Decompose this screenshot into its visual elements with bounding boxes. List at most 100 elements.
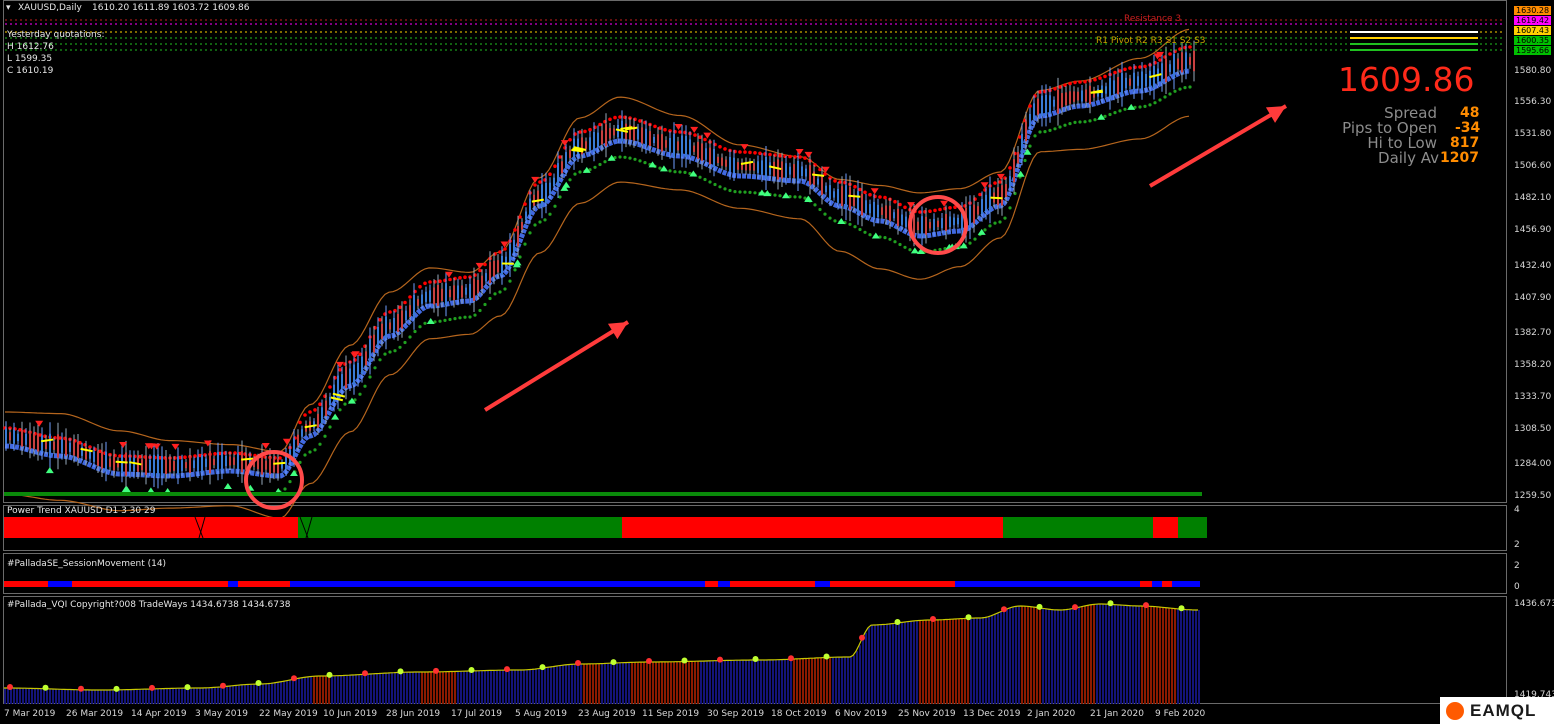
candle-body: [677, 141, 679, 151]
green-ma-dot: [1118, 109, 1122, 113]
vqi-bar: [202, 688, 204, 704]
vqi-bar: [334, 675, 336, 704]
candle-body: [377, 327, 379, 347]
vqi-bar: [496, 670, 498, 704]
vqi-bar: [595, 663, 597, 704]
red-ma-dot: [818, 167, 822, 172]
vqi-bar: [1114, 604, 1116, 704]
green-ma-dot: [453, 317, 457, 321]
vqi-bar: [817, 657, 819, 704]
vqi-bar: [1177, 608, 1179, 704]
vqi-bar: [187, 688, 189, 704]
vqi-bar: [295, 679, 297, 704]
date-tick: 23 Aug 2019: [578, 709, 636, 719]
vqi-bar: [718, 660, 720, 704]
vqi-bar: [439, 671, 441, 704]
vqi-bar: [844, 657, 846, 704]
vqi-bar: [994, 614, 996, 704]
symbol-menu-icon[interactable]: ▾: [6, 3, 11, 14]
vqi-bar: [28, 688, 30, 704]
vqi-bar: [553, 666, 555, 704]
vqi-bar: [1045, 608, 1047, 704]
green-ma-dot: [548, 212, 552, 216]
candle-body: [69, 442, 71, 452]
yesterday-low: L 1599.35: [7, 54, 53, 64]
vqi-bar: [1168, 607, 1170, 704]
vqi-bar: [1027, 606, 1029, 704]
green-ma-dot: [698, 175, 702, 179]
session-segment: [48, 581, 72, 587]
vqi-bar: [457, 671, 459, 704]
vqi-marker-dot: [539, 664, 546, 671]
candle-body: [261, 454, 263, 475]
vqi-bar: [97, 690, 99, 704]
green-ma-dot: [1028, 144, 1032, 148]
candle-body: [733, 157, 735, 174]
candle-body: [789, 166, 791, 175]
red-ma-dot: [993, 181, 997, 185]
green-ma-dot: [338, 408, 342, 412]
vqi-bar: [967, 618, 969, 704]
vqi-bar: [676, 661, 678, 704]
vqi-bar: [349, 675, 351, 704]
candle-body: [877, 204, 879, 217]
vqi-bar: [802, 658, 804, 704]
yesterday-high: H 1612.76: [7, 42, 54, 52]
vqi-bar: [1180, 609, 1182, 704]
vqi-bar: [1009, 608, 1011, 704]
vqi-bar: [442, 671, 444, 704]
candle-body: [809, 165, 811, 185]
candle-body: [977, 206, 979, 215]
vqi-bar: [769, 659, 771, 704]
vqi-bar: [697, 661, 699, 704]
red-ma-dot: [553, 164, 557, 168]
red-ma-dot: [918, 210, 922, 214]
price-tick: 1482.10: [1514, 193, 1552, 203]
red-ma-dot: [303, 413, 307, 417]
candle-body: [217, 452, 219, 471]
vqi-bar: [757, 660, 759, 704]
red-ma-dot: [928, 209, 932, 213]
candle-body: [1141, 71, 1143, 91]
candle-body: [1113, 80, 1115, 94]
vqi-bar: [358, 674, 360, 704]
vqi-bar: [604, 663, 606, 704]
candle-body: [409, 305, 411, 317]
candle-body: [149, 459, 151, 471]
date-tick: 30 Sep 2019: [707, 709, 765, 719]
session-segment: [730, 581, 815, 587]
green-ma-dot: [1108, 112, 1112, 117]
vqi-bar: [430, 671, 432, 704]
candle-body: [601, 130, 603, 145]
red-ma-dot: [1093, 77, 1097, 82]
candle-body: [297, 434, 299, 446]
vqi-bar: [238, 685, 240, 704]
candle-body: [205, 458, 207, 467]
green-ma-dot: [993, 221, 997, 225]
candle-body: [169, 460, 171, 472]
red-ma-dot: [678, 130, 682, 134]
vqi-bar: [529, 669, 531, 704]
session-segment: [1172, 581, 1200, 587]
yellow-signal-line: [572, 147, 585, 151]
green-ma-dot: [1183, 86, 1187, 90]
vqi-bar: [115, 689, 117, 704]
candle-body: [705, 148, 707, 160]
vqi-bar: [556, 666, 558, 704]
buy-arrow-icon: [871, 232, 880, 239]
vqi-bar: [742, 660, 744, 704]
vqi-bar: [1153, 606, 1155, 704]
vqi-bar: [1051, 609, 1053, 704]
green-ma-dot: [1138, 105, 1142, 109]
vqi-bar: [157, 688, 159, 704]
vqi-bar: [307, 677, 309, 704]
vqi-bar: [394, 672, 396, 704]
green-ma-dot: [568, 178, 572, 182]
green-ma-dot: [618, 155, 622, 159]
date-tick: 25 Nov 2019: [898, 709, 956, 719]
vqi-bar: [154, 688, 156, 704]
vqi-bar: [916, 620, 918, 704]
green-ma-dot: [493, 292, 497, 296]
candle-body: [57, 434, 59, 458]
candle-body: [121, 454, 123, 474]
